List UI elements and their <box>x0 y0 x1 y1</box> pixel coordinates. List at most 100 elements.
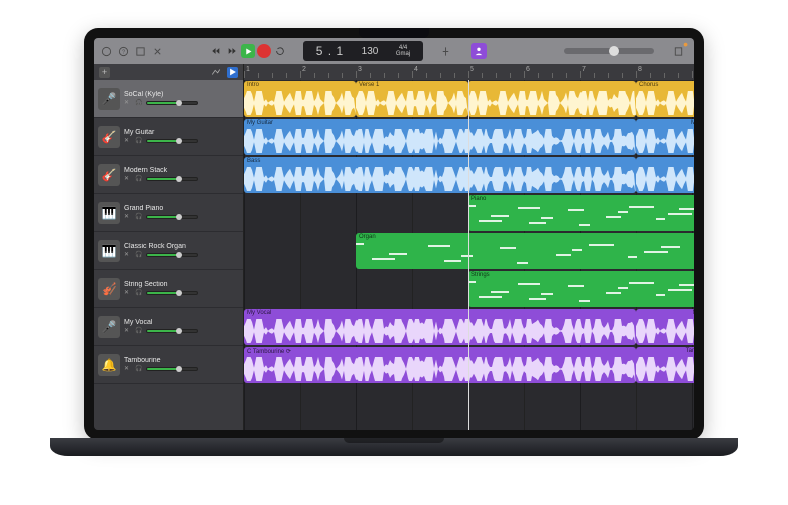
master-volume-slider[interactable] <box>564 48 654 54</box>
solo-button[interactable]: 🎧 <box>135 213 143 221</box>
track-header[interactable]: 🎻String Section✕🎧 <box>94 270 243 308</box>
track-header[interactable]: 🎤SoCal (Kyle)✕🎧 <box>94 80 243 118</box>
audio-region[interactable] <box>468 81 636 117</box>
notepad-icon[interactable] <box>672 45 684 57</box>
quickhelp-icon[interactable]: ? <box>117 45 129 57</box>
mute-button[interactable]: ✕ <box>124 365 132 373</box>
waveform <box>636 357 694 381</box>
solo-button[interactable]: 🎧 <box>135 175 143 183</box>
track-volume-slider[interactable] <box>146 329 198 333</box>
solo-button[interactable]: 🎧 <box>135 327 143 335</box>
tuner-icon[interactable] <box>439 45 451 57</box>
solo-button[interactable]: 🎧 <box>135 137 143 145</box>
forward-button[interactable] <box>225 44 239 58</box>
ruler-bar-number: 5 <box>470 66 474 73</box>
mute-button[interactable]: ✕ <box>124 327 132 335</box>
track-header[interactable]: 🎹 Classic Rock Organ✕🎧 <box>94 232 243 270</box>
track-volume-slider[interactable] <box>146 367 198 371</box>
region-label: My Guitar <box>639 120 694 126</box>
region-label: Bass <box>639 158 694 164</box>
audio-region[interactable]: My Guitar <box>244 119 636 155</box>
arrange-area[interactable]: IntroVerse 1ChorusMy GuitarMy GuitarBass… <box>244 80 694 430</box>
region-label: C Tambourine ⟳ <box>247 348 633 355</box>
editors-icon[interactable] <box>134 45 146 57</box>
transport-controls <box>209 44 287 58</box>
toolbar: • ? 5 . 1 130 4/4 Gmaj <box>94 38 694 64</box>
playhead[interactable] <box>468 80 469 430</box>
audio-region[interactable]: C Tambourine ⟳ <box>244 347 636 383</box>
mute-button[interactable]: ✕ <box>124 137 132 145</box>
organ-icon: 🎹 <box>98 240 120 262</box>
record-button[interactable] <box>257 44 271 58</box>
track-volume-slider[interactable] <box>146 101 198 105</box>
add-track-button[interactable]: + <box>99 67 110 78</box>
track-header[interactable]: 🎹 Grand Piano✕🎧 <box>94 194 243 232</box>
scissors-icon[interactable] <box>151 45 163 57</box>
region-label: Strings <box>471 272 694 278</box>
mute-button[interactable]: ✕ <box>124 289 132 297</box>
region-label: My Vocal <box>639 310 694 316</box>
midi-region[interactable]: Piano <box>468 195 694 231</box>
audio-region[interactable]: Intro <box>244 81 356 117</box>
track-name: My Guitar <box>124 129 239 136</box>
waveform <box>244 357 636 381</box>
solo-button[interactable]: 🎧 <box>135 99 143 107</box>
master-track-button[interactable] <box>471 43 487 59</box>
audio-region[interactable]: Bass <box>636 157 694 193</box>
catch-playhead-icon[interactable] <box>227 67 238 78</box>
audio-region[interactable]: Bass <box>244 157 636 193</box>
track-name: Grand Piano <box>124 205 239 212</box>
audio-region[interactable]: Verse 1 <box>356 81 468 117</box>
waveform <box>244 167 636 191</box>
track-volume-slider[interactable] <box>146 253 198 257</box>
track-volume-slider[interactable] <box>146 215 198 219</box>
mute-button[interactable]: ✕ <box>124 251 132 259</box>
region-label: Verse 1 <box>359 82 465 88</box>
audio-region[interactable]: Chorus <box>636 81 694 117</box>
track-volume-slider[interactable] <box>146 177 198 181</box>
rewind-button[interactable] <box>209 44 223 58</box>
solo-button[interactable]: 🎧 <box>135 289 143 297</box>
track-header[interactable]: 🎸 My Guitar✕🎧 <box>94 118 243 156</box>
audio-region[interactable]: My Vocal <box>636 309 694 345</box>
tempo-display: 130 <box>362 46 379 57</box>
track-header[interactable]: 🎸Modern Stack✕🎧 <box>94 156 243 194</box>
camera-notch <box>359 28 429 38</box>
region-label: Piano <box>471 196 694 202</box>
region-label: Bass <box>247 158 633 164</box>
midi-region[interactable]: Organ <box>356 233 694 269</box>
solo-button[interactable]: 🎧 <box>135 365 143 373</box>
cycle-button[interactable] <box>273 44 287 58</box>
library-icon[interactable] <box>100 45 112 57</box>
ruler-bar-number: 3 <box>358 66 362 73</box>
mute-button[interactable]: ✕ <box>124 213 132 221</box>
region-label: Organ <box>359 234 694 240</box>
track-volume-slider[interactable] <box>146 139 198 143</box>
guitar-icon: 🎸 <box>98 126 120 148</box>
track-name: Classic Rock Organ <box>124 243 239 250</box>
midi-region[interactable]: Strings <box>468 271 694 307</box>
play-button[interactable] <box>241 44 255 58</box>
track-name: Tambourine <box>124 357 239 364</box>
voice-icon: 🎤 <box>98 316 120 338</box>
waveform <box>244 319 636 343</box>
audio-region[interactable]: My Guitar <box>636 119 694 155</box>
region-label: My Guitar <box>247 120 633 126</box>
track-header[interactable]: 🔔Tambourine✕🎧 <box>94 346 243 384</box>
track-header[interactable]: 🎤My Vocal✕🎧 <box>94 308 243 346</box>
ruler-bar-number: 2 <box>302 66 306 73</box>
mute-button[interactable]: ✕ <box>124 175 132 183</box>
bar-ruler[interactable]: 123456789 <box>244 64 694 80</box>
lcd-display[interactable]: 5 . 1 130 4/4 Gmaj <box>303 41 423 61</box>
track-name: Modern Stack <box>124 167 239 174</box>
audio-region[interactable]: Tambourine <box>636 347 694 383</box>
solo-button[interactable]: 🎧 <box>135 251 143 259</box>
piano-icon: 🎹 <box>98 202 120 224</box>
audio-region[interactable]: My Vocal <box>244 309 636 345</box>
mute-button[interactable]: ✕ <box>124 99 132 107</box>
track-volume-slider[interactable] <box>146 291 198 295</box>
automation-icon[interactable] <box>210 67 221 78</box>
region-label: My Vocal <box>247 310 633 316</box>
waveform <box>636 319 694 343</box>
ruler-bar-number: 8 <box>638 66 642 73</box>
